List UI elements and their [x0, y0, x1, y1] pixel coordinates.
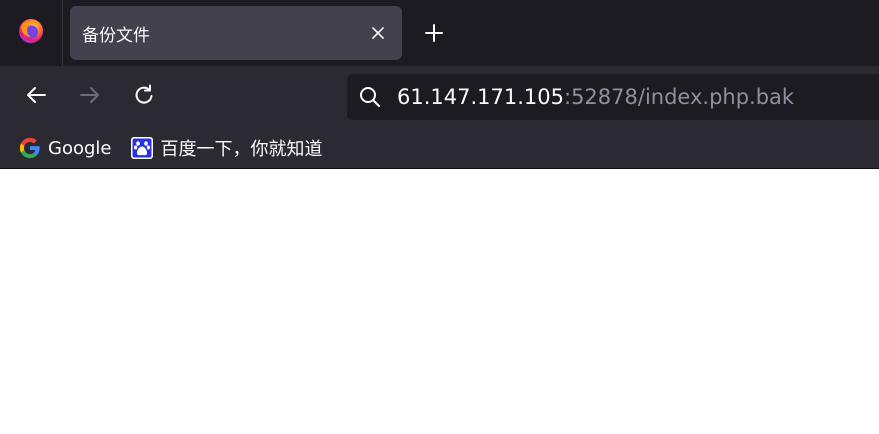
search-icon	[357, 84, 383, 110]
arrow-right-icon	[78, 83, 102, 111]
arrow-left-icon	[24, 83, 48, 111]
bookmarks-toolbar: Google 百度一下，你就知道	[0, 128, 879, 169]
bookmark-google[interactable]: Google	[14, 133, 115, 163]
google-icon	[18, 136, 42, 160]
reload-icon	[132, 83, 156, 111]
navigation-toolbar: 61.147.171.105:52878/index.php.bak	[0, 66, 879, 128]
back-button[interactable]	[20, 81, 52, 113]
bookmark-label: 百度一下，你就知道	[160, 139, 323, 160]
plus-icon[interactable]	[418, 17, 450, 49]
tab-strip: 备份文件	[0, 0, 879, 66]
url-path: :52878/index.php.bak	[564, 85, 795, 109]
browser-chrome: 备份文件 61.147.171.105:52878/index.php.bak …	[0, 0, 879, 169]
firefox-menu-button[interactable]	[0, 0, 63, 66]
tab-title: 备份文件	[82, 25, 150, 46]
url-host: 61.147.171.105	[397, 85, 564, 109]
baidu-paw-icon	[130, 136, 154, 160]
close-icon[interactable]	[362, 17, 394, 49]
bookmark-label: Google	[48, 137, 112, 159]
url-bar[interactable]: 61.147.171.105:52878/index.php.bak	[347, 74, 879, 120]
page-content	[0, 169, 879, 434]
tab-active[interactable]: 备份文件	[70, 6, 402, 60]
firefox-logo-icon	[18, 18, 44, 48]
reload-button[interactable]	[128, 81, 160, 113]
forward-button[interactable]	[74, 81, 106, 113]
bookmark-baidu[interactable]: 百度一下，你就知道	[126, 133, 326, 163]
url-text[interactable]: 61.147.171.105:52878/index.php.bak	[397, 85, 794, 109]
